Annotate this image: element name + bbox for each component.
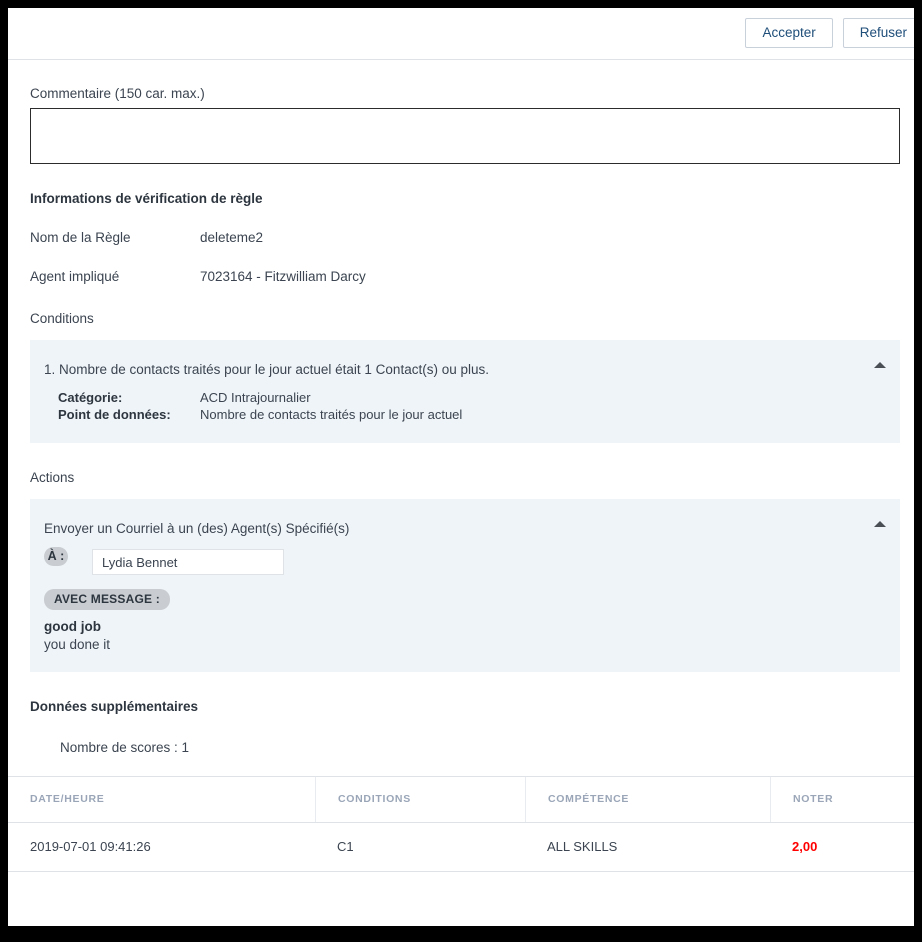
column-header-score[interactable]: NOTER	[770, 777, 914, 822]
message-subject: good job	[44, 619, 101, 634]
collapse-up-icon[interactable]	[874, 521, 886, 527]
action-recipient-row: À :	[44, 547, 866, 587]
cell-datetime: 2019-07-01 09:41:26	[30, 839, 151, 854]
actions-panel[interactable]: Envoyer un Courriel à un (des) Agent(s) …	[30, 499, 900, 672]
collapse-up-icon[interactable]	[874, 362, 886, 368]
rule-name-value: deleteme2	[200, 230, 264, 245]
cell-skill: ALL SKILLS	[547, 839, 618, 854]
condition-statement: 1. Nombre de contacts traités pour le jo…	[44, 362, 489, 377]
scores-table: DATE/HEURE CONDITIONS COMPÉTENCE NOTER 2…	[8, 776, 914, 872]
score-count-line: Nombre de scores : 1	[60, 740, 190, 755]
condition-datapoint-label: Point de données:	[58, 407, 171, 422]
conditions-title: Conditions	[30, 311, 94, 326]
rule-name-row: Nom de la Règle deleteme2	[30, 230, 900, 245]
cell-score: 2,00	[792, 839, 818, 854]
recipient-label: À :	[44, 547, 68, 566]
condition-category-label: Catégorie:	[58, 390, 123, 405]
condition-category-row: Catégorie: ACD Intrajournalier	[44, 389, 866, 406]
column-header-conditions[interactable]: CONDITIONS	[315, 777, 525, 822]
refuse-button[interactable]: Refuser	[842, 18, 914, 48]
top-action-bar: Accepter Refuser	[8, 8, 914, 60]
conditions-panel[interactable]: 1. Nombre de contacts traités pour le jo…	[30, 340, 900, 443]
agent-value: 7023164 - Fitzwilliam Darcy	[200, 269, 366, 284]
column-header-skill[interactable]: COMPÉTENCE	[525, 777, 770, 822]
column-header-datetime[interactable]: DATE/HEURE	[8, 777, 315, 822]
top-action-buttons: Accepter Refuser	[745, 18, 914, 48]
table-header-row: DATE/HEURE CONDITIONS COMPÉTENCE NOTER	[8, 777, 914, 823]
with-message-badge: AVEC MESSAGE :	[44, 589, 170, 610]
accept-button[interactable]: Accepter	[745, 18, 833, 48]
rule-name-label: Nom de la Règle	[30, 230, 131, 245]
action-name: Envoyer un Courriel à un (des) Agent(s) …	[44, 521, 350, 536]
page-content: Commentaire (150 car. max.) Informations…	[8, 86, 914, 872]
screenshot-root: Accepter Refuser Commentaire (150 car. m…	[0, 0, 922, 942]
extra-data-title: Données supplémentaires	[30, 699, 199, 714]
condition-category-value: ACD Intrajournalier	[200, 390, 311, 405]
recipient-input[interactable]	[92, 549, 284, 575]
agent-row: Agent impliqué 7023164 - Fitzwilliam Dar…	[30, 269, 900, 284]
comment-input[interactable]	[30, 108, 900, 164]
condition-datapoint-value: Nombre de contacts traités pour le jour …	[200, 407, 463, 422]
rule-info-title: Informations de vérification de règle	[30, 191, 263, 206]
comment-label: Commentaire (150 car. max.)	[30, 86, 205, 101]
cell-condition: C1	[337, 839, 354, 854]
table-row[interactable]: 2019-07-01 09:41:26 C1 ALL SKILLS 2,00	[8, 823, 914, 872]
message-body: you done it	[44, 637, 111, 652]
actions-title: Actions	[30, 470, 75, 485]
agent-label: Agent impliqué	[30, 269, 120, 284]
condition-datapoint-row: Point de données: Nombre de contacts tra…	[44, 406, 866, 423]
page-container: Accepter Refuser Commentaire (150 car. m…	[8, 8, 914, 926]
